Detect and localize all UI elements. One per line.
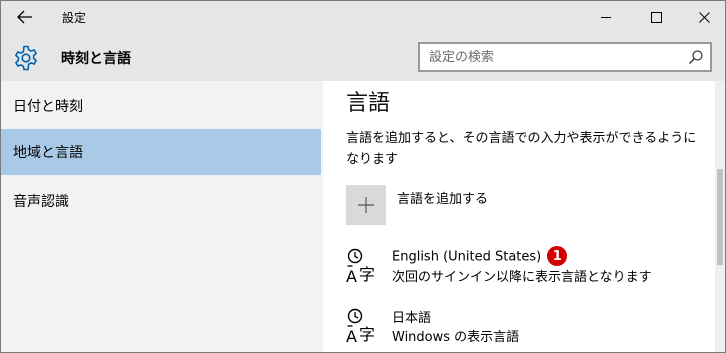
window-title: 設定	[62, 11, 87, 25]
title-bar: 設定	[1, 1, 725, 33]
section-description: 言語を追加すると、その言語での入力や表示ができるようになります	[346, 131, 697, 167]
sidebar-item-label: 日付と時刻	[13, 99, 83, 115]
svg-text:字: 字	[359, 325, 375, 343]
language-name: 日本語	[392, 311, 432, 326]
add-language-tile[interactable]	[346, 185, 386, 225]
maximize-button[interactable]	[633, 1, 679, 33]
minimize-button[interactable]	[583, 1, 629, 33]
close-icon	[698, 11, 710, 23]
annotation-badge: 1	[547, 246, 568, 266]
scrollbar[interactable]	[715, 81, 725, 352]
sidebar: 日付と時刻 地域と言語 音声認識	[1, 81, 323, 352]
sidebar-item-date-time[interactable]: 日付と時刻	[1, 83, 321, 129]
sidebar-item-region-language[interactable]: 地域と言語	[1, 129, 321, 175]
language-name: English (United States) 1	[392, 246, 568, 267]
gear-icon	[14, 45, 38, 71]
svg-text:A: A	[346, 327, 357, 343]
language-status: 次回のサインイン以降に表示言語となります	[392, 270, 652, 285]
plus-icon	[358, 197, 374, 213]
sidebar-item-speech[interactable]: 音声認識	[1, 178, 321, 224]
close-button[interactable]	[681, 1, 725, 33]
search-input[interactable]	[420, 49, 670, 65]
sidebar-item-label: 音声認識	[13, 194, 69, 210]
maximize-icon	[650, 11, 662, 23]
page-title: 時刻と言語	[61, 51, 131, 67]
search-icon[interactable]	[688, 49, 704, 65]
language-icon: A 字	[346, 248, 375, 283]
section-heading: 言語	[346, 91, 391, 116]
minimize-icon	[600, 16, 611, 18]
language-item-english[interactable]: A 字 English (United States) 1 次回のサインイン以降に…	[346, 246, 706, 291]
back-button[interactable]	[9, 5, 41, 29]
settings-window: 設定 時刻と言語 設定の検索 日付と時刻 地域と言語 音声認識 言語 言語を追加…	[0, 0, 726, 353]
sidebar-item-label: 地域と言語	[13, 145, 83, 161]
svg-text:字: 字	[359, 265, 375, 283]
language-icon: A 字	[346, 308, 375, 343]
arrow-left-icon	[17, 10, 32, 24]
svg-text:A: A	[346, 267, 357, 283]
main-content: 言語 言語を追加すると、その言語での入力や表示ができるようになります 言語を追加…	[323, 81, 715, 352]
add-language-label: 言語を追加する	[397, 192, 489, 207]
scrollbar-thumb[interactable]	[717, 169, 723, 265]
language-status: Windows の表示言語	[392, 330, 520, 345]
language-item-japanese[interactable]: A 字 日本語 Windows の表示言語	[346, 307, 706, 351]
search-box[interactable]	[418, 42, 712, 72]
add-language-button[interactable]: 言語を追加する	[346, 185, 706, 229]
page-header: 時刻と言語	[1, 33, 725, 81]
